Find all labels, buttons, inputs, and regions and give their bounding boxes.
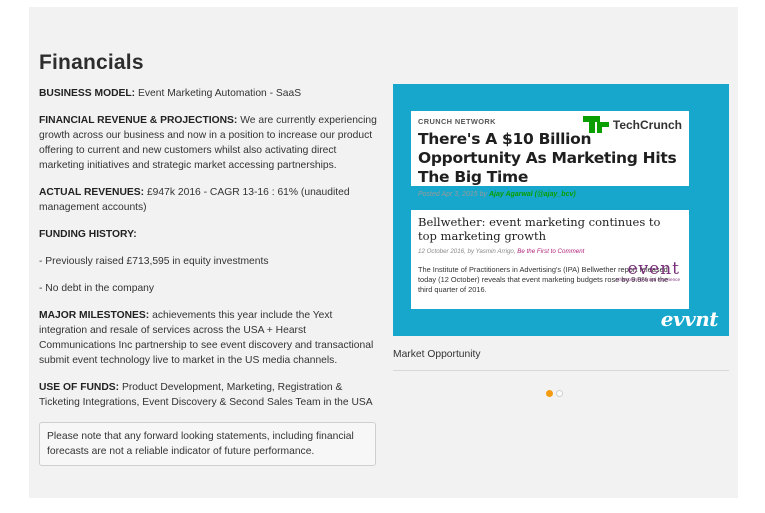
evvnt-logo: evvnt bbox=[660, 307, 719, 331]
techcrunch-byline-author: Ajay Agarwal (@ajay_bcv) bbox=[488, 191, 576, 198]
carousel-dot-1[interactable] bbox=[545, 390, 553, 397]
techcrunch-headline: There's A $10 Billion Opportunity As Mar… bbox=[418, 130, 677, 186]
bellwether-byline: 12 October 2016, by Yasmin Arrigo, Be th… bbox=[418, 248, 593, 255]
actual-revenues: ACTUAL REVENUES: £947k 2016 - CAGR 13-16… bbox=[39, 185, 377, 215]
funding-history-label: FUNDING HISTORY: bbox=[39, 229, 137, 240]
carousel: CRUNCH NETWORK TechCrunch There's A $10 … bbox=[393, 84, 729, 397]
bellwether-comment-link: Be the First to Comment bbox=[517, 248, 585, 255]
major-milestones: MAJOR MILESTONES: achievements this year… bbox=[39, 308, 377, 368]
techcrunch-logo: TechCrunch bbox=[582, 116, 682, 133]
bellwether-headline: Bellwether: event marketing continues to… bbox=[418, 215, 661, 243]
slide-caption: Market Opportunity bbox=[393, 349, 481, 360]
funding-history-heading: FUNDING HISTORY: bbox=[39, 227, 377, 242]
revenue-projections-label: FINANCIAL REVENUE & PROJECTIONS: bbox=[39, 115, 238, 126]
event-logo-word: event bbox=[627, 259, 680, 279]
section-title: Financials bbox=[39, 51, 144, 74]
disclaimer-box: Please note that any forward looking sta… bbox=[39, 422, 376, 466]
major-milestones-label: MAJOR MILESTONES: bbox=[39, 310, 150, 321]
techcrunch-byline-prefix: Posted Apr 3, 2015 by bbox=[418, 191, 488, 198]
use-of-funds: USE OF FUNDS: Product Development, Marke… bbox=[39, 380, 377, 410]
funding-history-item: - Previously raised £713,595 in equity i… bbox=[39, 256, 269, 267]
techcrunch-logo-text: TechCrunch bbox=[612, 117, 682, 132]
financials-text-column: Financials BUSINESS MODEL: Event Marketi… bbox=[39, 51, 377, 466]
actual-revenues-label: ACTUAL REVENUES: bbox=[39, 187, 145, 198]
carousel-pagination bbox=[379, 390, 729, 397]
business-model: BUSINESS MODEL: Event Marketing Automati… bbox=[39, 86, 377, 101]
carousel-slide-image[interactable]: CRUNCH NETWORK TechCrunch There's A $10 … bbox=[393, 84, 729, 336]
revenue-projections: FINANCIAL REVENUE & PROJECTIONS: We are … bbox=[39, 113, 377, 173]
carousel-dot-2[interactable] bbox=[555, 390, 563, 397]
funding-history-item: - No debt in the company bbox=[39, 283, 155, 294]
business-model-label: BUSINESS MODEL: bbox=[39, 88, 136, 99]
financials-panel: Financials BUSINESS MODEL: Event Marketi… bbox=[29, 7, 738, 498]
bellwether-byline-prefix: 12 October 2016, by Yasmin Arrigo, bbox=[418, 248, 516, 255]
use-of-funds-label: USE OF FUNDS: bbox=[39, 382, 120, 393]
business-model-text: Event Marketing Automation - SaaS bbox=[138, 88, 302, 99]
event-magazine-logo: event Championing brand experience bbox=[616, 259, 680, 282]
techcrunch-article-card: CRUNCH NETWORK TechCrunch There's A $10 … bbox=[411, 111, 689, 198]
carousel-divider bbox=[393, 370, 729, 371]
techcrunch-byline: Posted Apr 3, 2015 by Ajay Agarwal (@aja… bbox=[418, 191, 682, 198]
techcrunch-mark-icon bbox=[582, 116, 609, 133]
event-logo-tagline: Championing brand experience bbox=[616, 277, 680, 282]
bellwether-article-card: Bellwether: event marketing continues to… bbox=[411, 210, 689, 309]
